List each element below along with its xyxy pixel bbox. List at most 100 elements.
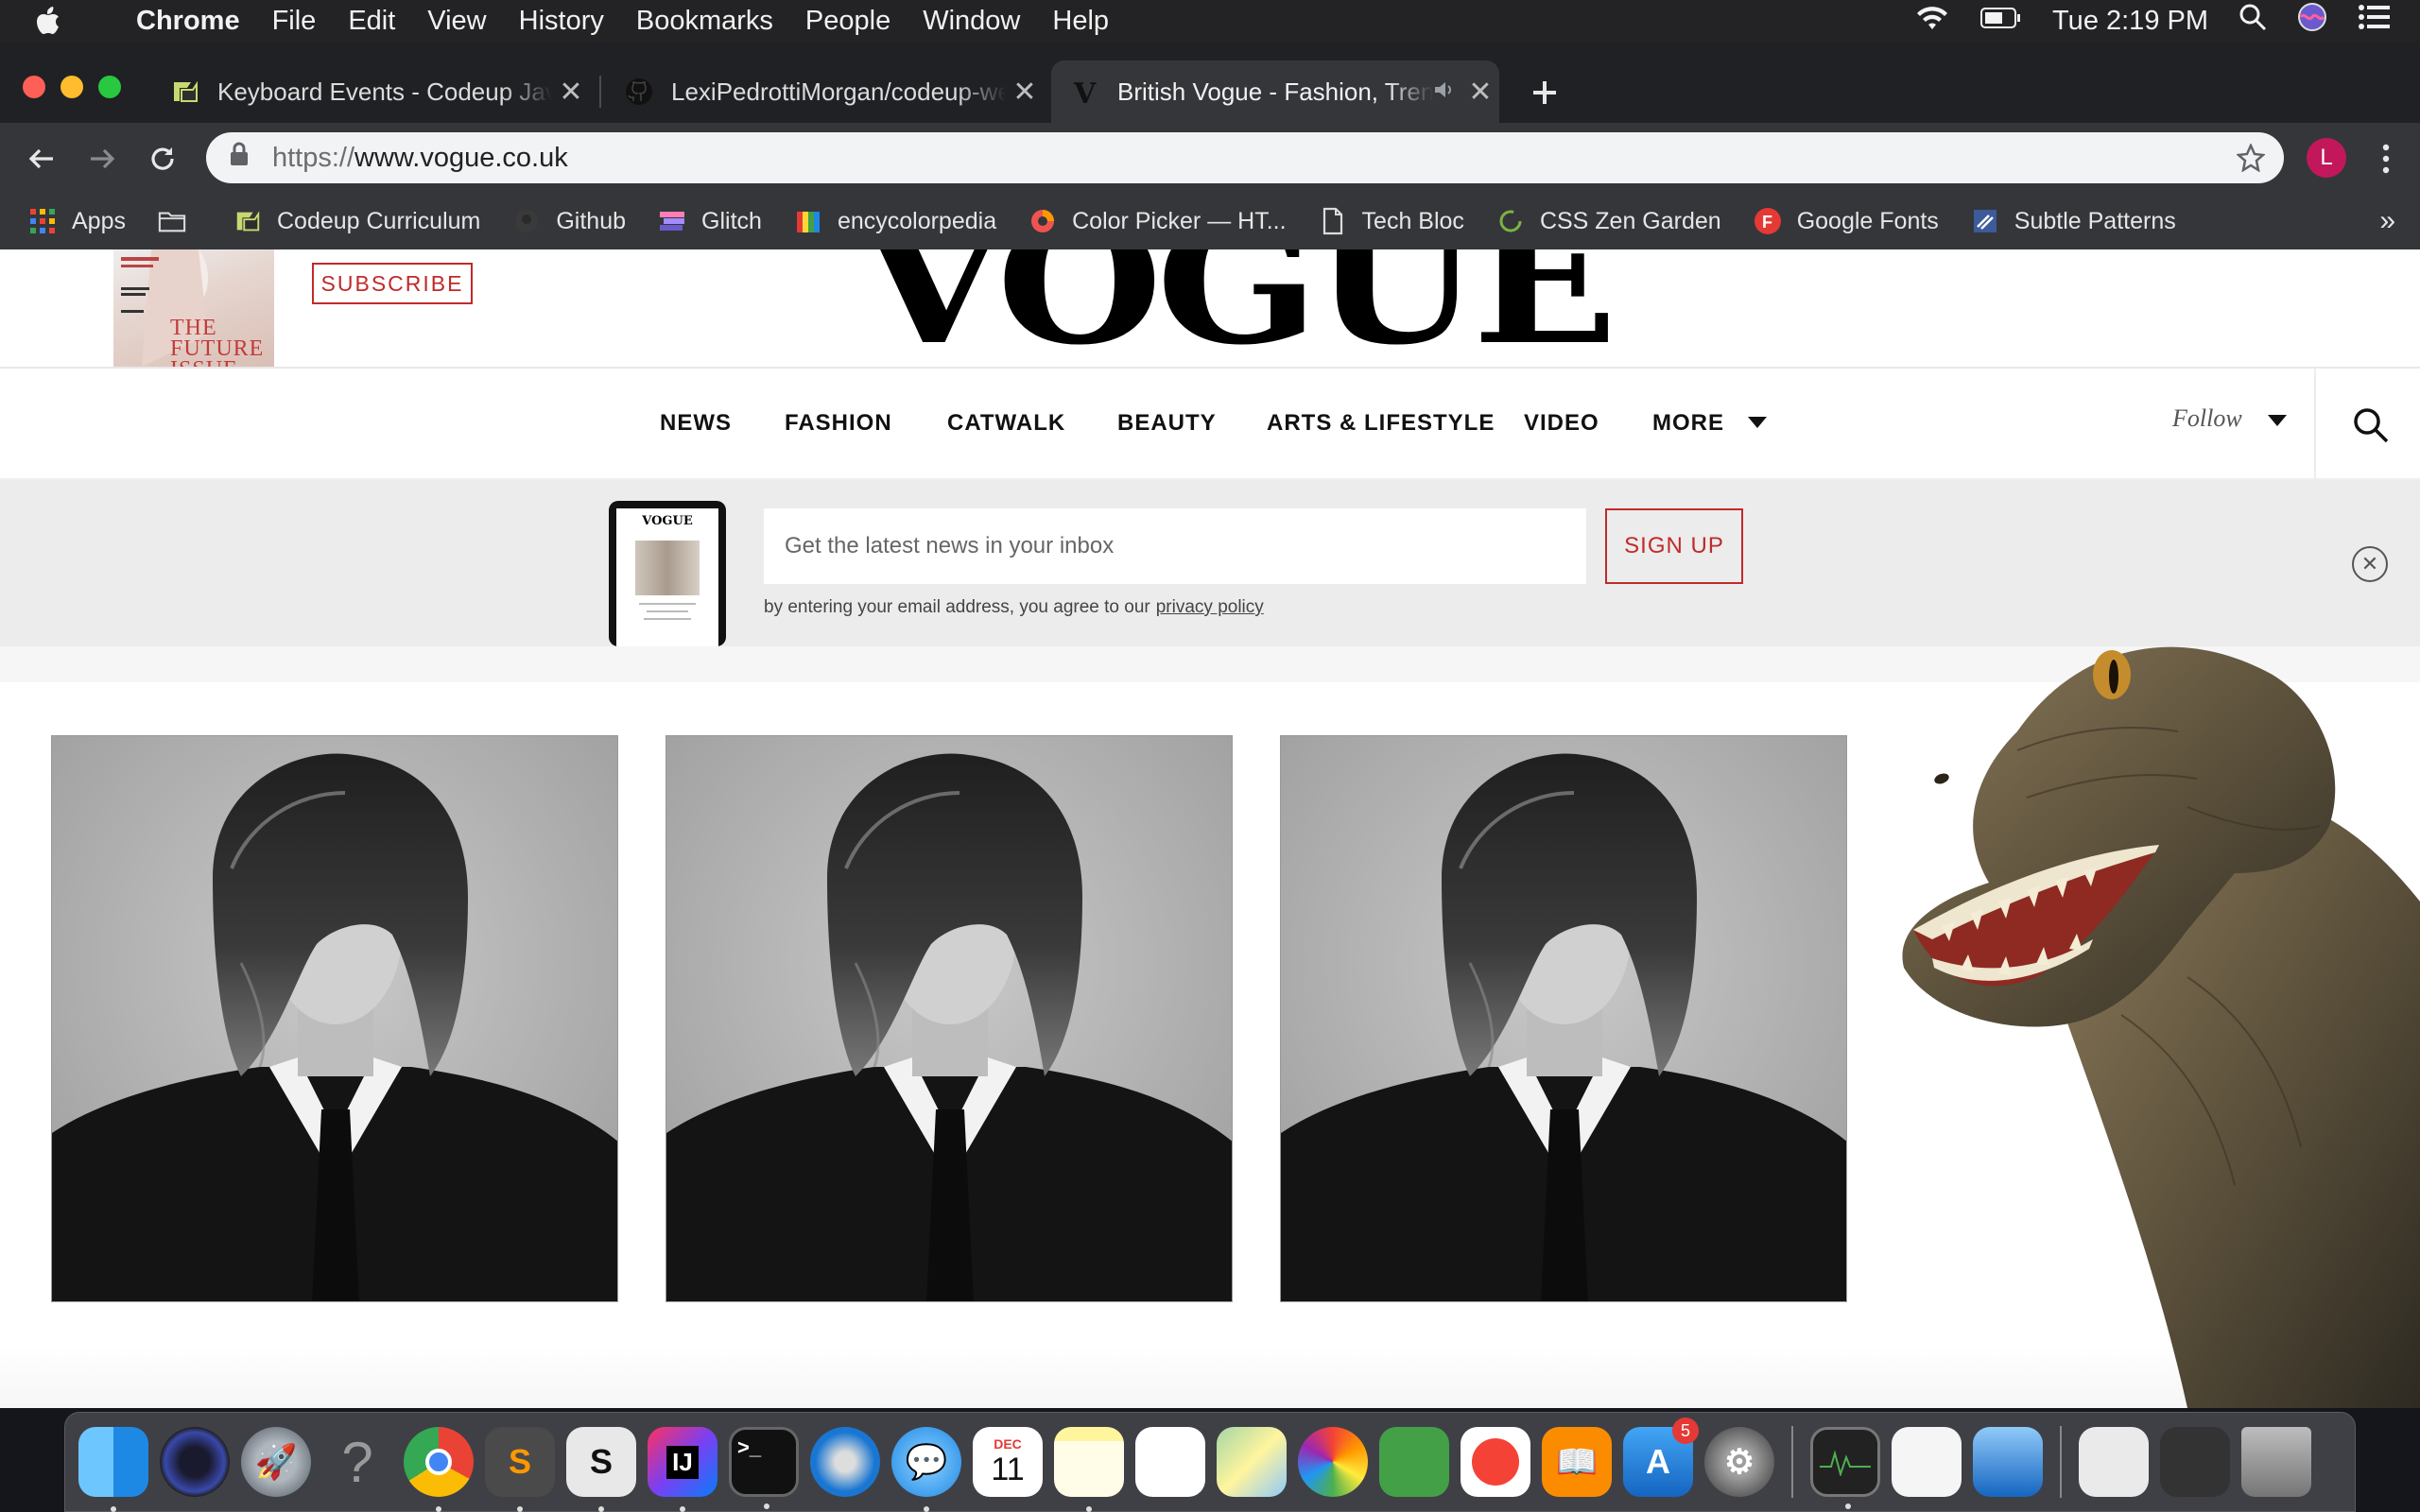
tab-close-icon[interactable]: ✕: [552, 76, 590, 109]
close-icon[interactable]: ✕: [2352, 546, 2388, 582]
wifi-icon[interactable]: [1914, 3, 1950, 39]
bookmark-folder[interactable]: [158, 207, 201, 235]
chevron-down-icon[interactable]: [1747, 416, 1768, 434]
bookmark-github[interactable]: Github: [512, 207, 626, 235]
window-minimize-button[interactable]: [60, 76, 83, 98]
tab-close-icon[interactable]: ✕: [1461, 76, 1499, 109]
bookmarks-overflow-icon[interactable]: »: [2379, 205, 2395, 237]
menu-help[interactable]: Help: [1052, 6, 1109, 37]
bookmark-apps[interactable]: Apps: [28, 207, 126, 235]
slack-icon[interactable]: S: [566, 1427, 636, 1512]
menu-app-chrome[interactable]: Chrome: [136, 6, 240, 37]
chevron-down-icon[interactable]: [2267, 414, 2288, 432]
apple-menu-icon[interactable]: [36, 7, 78, 35]
lock-icon[interactable]: [229, 142, 253, 174]
nav-more[interactable]: MORE: [1652, 410, 1724, 437]
document-stack-icon[interactable]: [2079, 1427, 2149, 1497]
zen-garden-icon: [1496, 207, 1525, 235]
messages-icon[interactable]: 💬: [891, 1427, 961, 1512]
search-icon[interactable]: [2352, 406, 2390, 449]
chrome-icon[interactable]: [404, 1427, 474, 1512]
help-icon[interactable]: ?: [322, 1427, 392, 1497]
bookmark-google-fonts[interactable]: F Google Fonts: [1754, 207, 1939, 235]
siri-icon[interactable]: [2297, 2, 2327, 40]
intellij-icon[interactable]: IJ: [648, 1427, 717, 1512]
nav-arts-lifestyle[interactable]: ARTS & LIFESTYLE: [1267, 410, 1495, 437]
email-input[interactable]: Get the latest news in your inbox: [764, 508, 1586, 584]
bookmark-encycolorpedia[interactable]: encycolorpedia: [794, 207, 996, 235]
tab-github-repo[interactable]: LexiPedrottiMorgan/codeup-web-exercises …: [605, 60, 1044, 123]
calendar-day: 11: [991, 1451, 1025, 1487]
terminal-icon[interactable]: >_: [729, 1427, 799, 1509]
nav-news[interactable]: NEWS: [660, 410, 732, 437]
reload-button[interactable]: [140, 136, 185, 181]
chrome-menu-icon[interactable]: [2375, 140, 2397, 178]
trash-icon[interactable]: [2241, 1427, 2311, 1497]
portrait-photo[interactable]: [51, 735, 618, 1302]
facetime-icon[interactable]: [1379, 1427, 1449, 1497]
window-close-button[interactable]: [23, 76, 45, 98]
back-button[interactable]: [19, 136, 64, 181]
tab-keyboard-events[interactable]: Keyboard Events - Codeup JavaScript ✕: [151, 60, 590, 123]
window-zoom-button[interactable]: [98, 76, 121, 98]
calendar-icon[interactable]: DEC 11: [973, 1427, 1043, 1497]
menu-history[interactable]: History: [519, 6, 604, 37]
launchpad-icon[interactable]: 🚀: [241, 1427, 311, 1497]
menu-window[interactable]: Window: [923, 6, 1020, 37]
finder-icon[interactable]: [78, 1427, 148, 1512]
textedit-icon[interactable]: [1892, 1427, 1962, 1497]
bookmark-star-icon[interactable]: [2236, 142, 2266, 180]
menu-bookmarks[interactable]: Bookmarks: [636, 6, 773, 37]
books-icon[interactable]: 📖: [1542, 1427, 1612, 1497]
bookmark-css-zen-garden[interactable]: CSS Zen Garden: [1496, 207, 1721, 235]
screenshots-stack-icon[interactable]: [2160, 1427, 2230, 1497]
photos-icon[interactable]: [1298, 1427, 1368, 1497]
nav-video[interactable]: VIDEO: [1524, 410, 1599, 437]
menu-edit[interactable]: Edit: [348, 6, 395, 37]
new-tab-button[interactable]: [1524, 72, 1565, 113]
bookmark-glitch[interactable]: Glitch: [658, 207, 762, 235]
bookmark-codeup-curriculum[interactable]: Codeup Curriculum: [233, 207, 480, 235]
safari-icon[interactable]: [810, 1427, 880, 1497]
battery-icon[interactable]: [1980, 6, 2022, 37]
privacy-policy-link[interactable]: privacy policy: [1156, 597, 1264, 617]
apps-grid-icon: [28, 207, 57, 235]
menu-people[interactable]: People: [805, 6, 890, 37]
nav-catwalk[interactable]: CATWALK: [947, 410, 1065, 437]
notes-icon[interactable]: [1054, 1427, 1124, 1512]
tab-british-vogue[interactable]: V British Vogue - Fashion, Trends ✕: [1051, 60, 1499, 123]
sign-up-button[interactable]: SIGN UP: [1605, 508, 1743, 584]
bookmark-color-picker[interactable]: Color Picker — HT...: [1028, 207, 1287, 235]
subtle-patterns-icon: [1971, 207, 1999, 235]
menubar-clock[interactable]: Tue 2:19 PM: [2052, 6, 2208, 37]
vogue-logo[interactable]: VOGUE: [858, 249, 1617, 383]
subscribe-button[interactable]: SUBSCRIBE: [312, 263, 473, 304]
follow-dropdown[interactable]: Follow: [2172, 404, 2242, 433]
magazine-cover-thumbnail[interactable]: THE FUTURE ISSUE: [113, 249, 274, 367]
portrait-photo[interactable]: [666, 735, 1233, 1302]
app-store-icon[interactable]: A5: [1623, 1418, 1699, 1497]
audio-playing-icon[interactable]: [1433, 77, 1456, 107]
tab-close-icon[interactable]: ✕: [1006, 76, 1044, 109]
activity-monitor-icon[interactable]: [1810, 1427, 1880, 1509]
sublime-icon[interactable]: S: [485, 1427, 555, 1512]
bookmark-tech-bloc[interactable]: Tech Bloc: [1319, 207, 1464, 235]
nav-beauty[interactable]: BEAUTY: [1117, 410, 1217, 437]
news-icon[interactable]: [1461, 1427, 1530, 1497]
portrait-photo[interactable]: [1280, 735, 1847, 1302]
system-preferences-icon[interactable]: ⚙: [1704, 1427, 1774, 1497]
address-bar[interactable]: https://www.vogue.co.uk: [206, 132, 2284, 183]
bookmark-subtle-patterns[interactable]: Subtle Patterns: [1971, 207, 2176, 235]
siri-icon[interactable]: [160, 1427, 230, 1497]
maps-icon[interactable]: [1217, 1427, 1287, 1497]
reminders-icon[interactable]: [1135, 1427, 1205, 1497]
notification-center-icon[interactable]: [2358, 4, 2390, 38]
spotlight-icon[interactable]: [2238, 3, 2267, 39]
preview-icon[interactable]: [1973, 1427, 2043, 1497]
github-icon: [624, 77, 654, 107]
profile-avatar[interactable]: L: [2307, 138, 2346, 178]
forward-button[interactable]: [79, 136, 125, 181]
menu-view[interactable]: View: [427, 6, 486, 37]
nav-fashion[interactable]: FASHION: [785, 410, 892, 437]
menu-file[interactable]: File: [272, 6, 317, 37]
